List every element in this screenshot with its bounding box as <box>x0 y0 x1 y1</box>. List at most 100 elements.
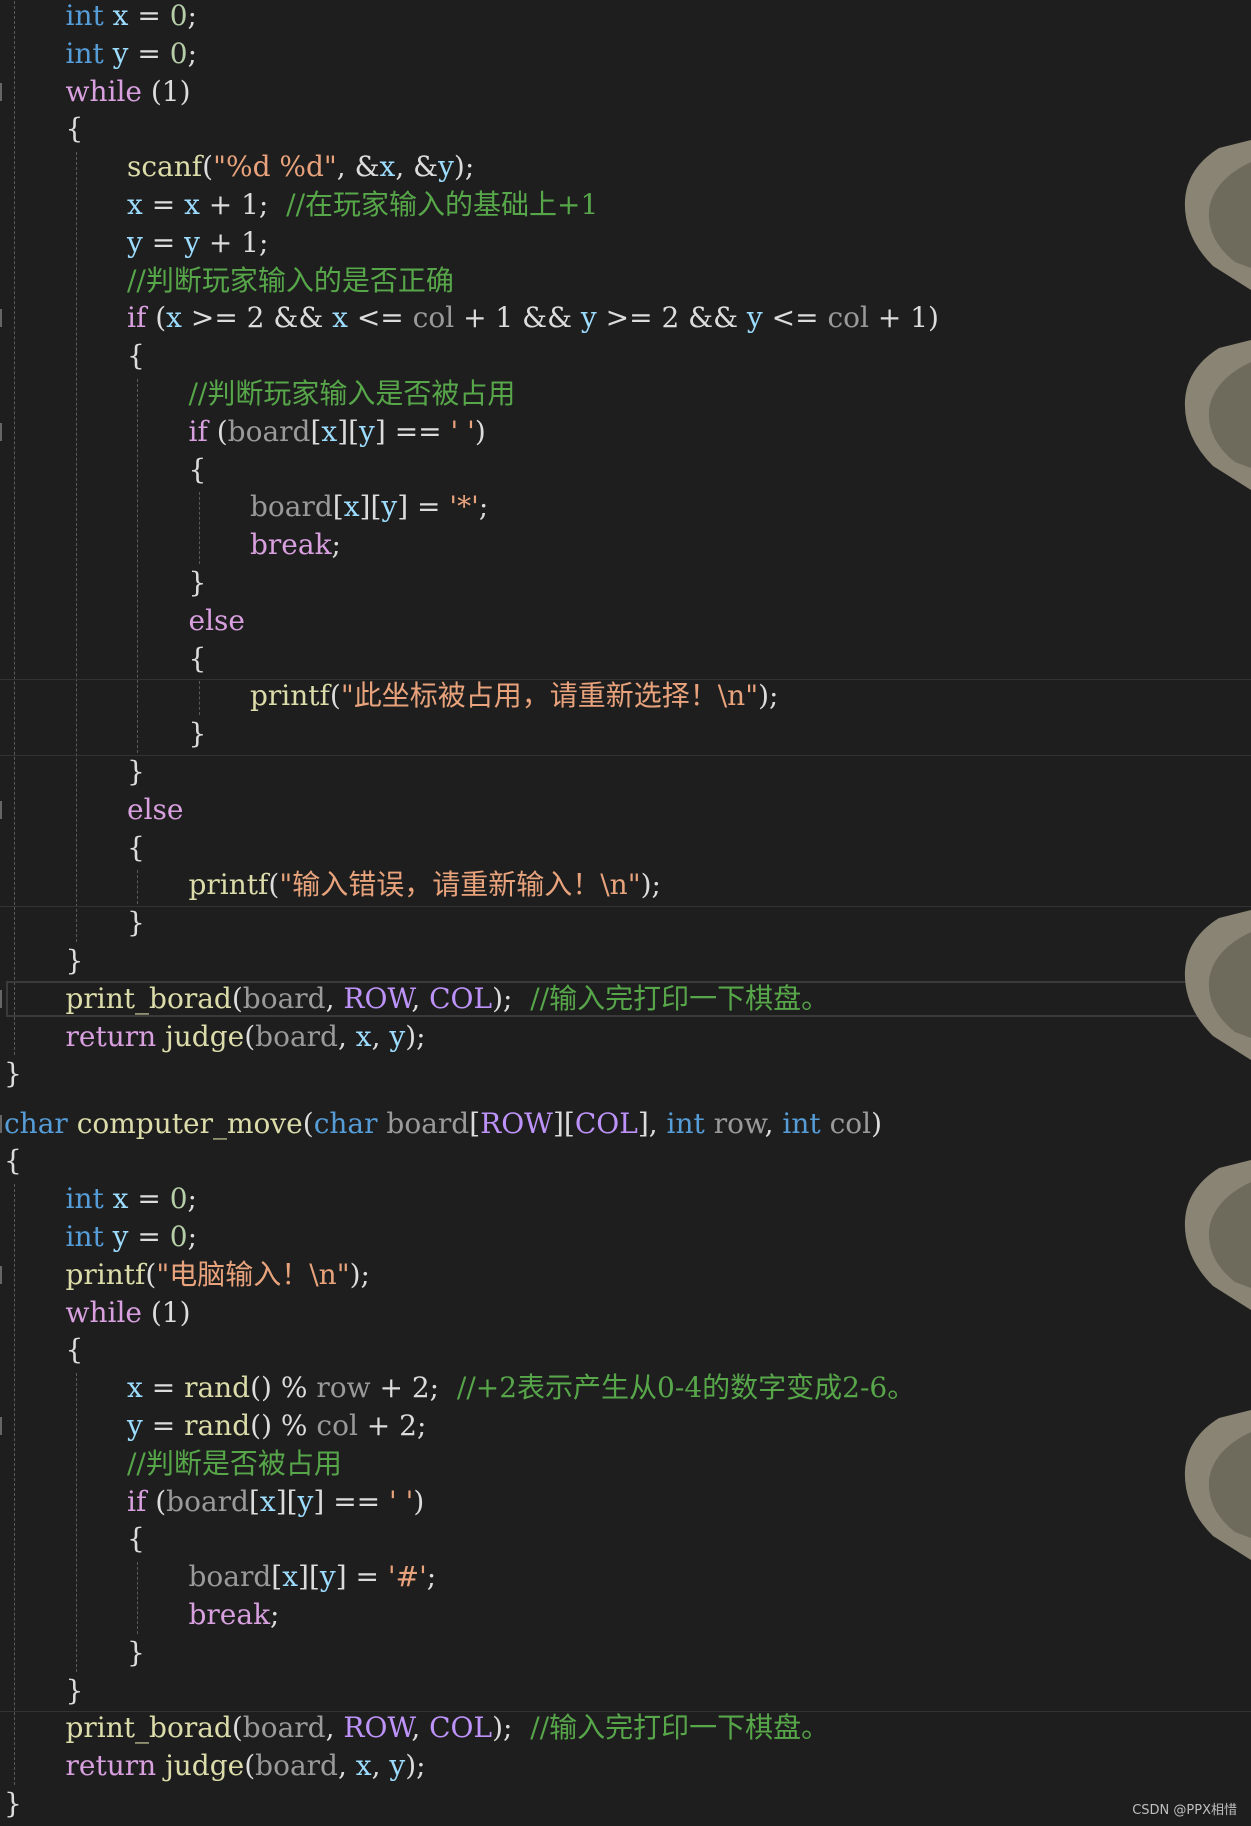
code-token: row <box>713 1106 765 1140</box>
code-editor[interactable]: int x = 0; int y = 0; while (1){scanf("%d … <box>0 0 1251 1826</box>
code-line[interactable]: y = y + 1; <box>127 224 268 262</box>
code-line[interactable]: { <box>66 1331 84 1369</box>
code-line[interactable]: { <box>189 451 207 489</box>
code-line[interactable]: int y = 0; <box>66 1218 198 1256</box>
code-line[interactable]: int x = 0; <box>66 1180 197 1218</box>
line-separator <box>0 679 1251 681</box>
code-token: col <box>316 1408 358 1442</box>
code-token: } <box>127 906 145 940</box>
code-line[interactable]: while (1) <box>66 1294 191 1332</box>
fold-marker[interactable] <box>0 309 2 328</box>
code-token: int <box>666 1106 705 1140</box>
code-token: x <box>343 490 360 524</box>
code-line[interactable]: //判断玩家输入是否被占用 <box>189 375 516 413</box>
fold-marker[interactable] <box>0 800 2 819</box>
code-token: + 1; <box>199 188 287 221</box>
code-line[interactable]: } <box>4 1055 22 1093</box>
code-line[interactable]: if (x >= 2 && x <= col + 1 && y >= 2 && … <box>127 299 939 337</box>
code-line[interactable]: break; <box>189 1596 280 1634</box>
code-token: y <box>184 225 200 259</box>
code-line[interactable]: int x = 0; <box>66 0 197 35</box>
code-token: = <box>128 0 170 32</box>
code-line[interactable]: printf("此坐标被占用，请重新选择！\n"); <box>250 677 778 715</box>
code-line[interactable]: return judge(board, x, y); <box>66 1747 426 1785</box>
code-line[interactable]: printf("输入错误，请重新输入！\n"); <box>189 866 661 904</box>
code-token: ] == <box>374 414 451 448</box>
code-line[interactable]: if (board[x][y] == ' ') <box>127 1483 424 1521</box>
fold-marker[interactable] <box>0 1416 2 1435</box>
code-token: if <box>127 1484 147 1518</box>
fold-marker[interactable] <box>0 1114 2 1133</box>
code-token: ] == <box>313 1484 390 1518</box>
fold-marker[interactable] <box>0 422 2 441</box>
indent-guide <box>198 492 200 564</box>
code-line[interactable]: char computer_move(char board[ROW][COL],… <box>4 1105 882 1143</box>
fold-marker[interactable] <box>0 1265 2 1284</box>
code-token: ); <box>405 1019 426 1053</box>
code-line[interactable]: //判断玩家输入的是否正确 <box>127 262 454 300</box>
code-line[interactable]: } <box>127 753 145 791</box>
code-line[interactable]: else <box>189 602 245 640</box>
code-token: x <box>355 1019 372 1053</box>
code-line[interactable]: { <box>189 640 207 678</box>
code-token: while <box>65 1295 142 1329</box>
code-line[interactable]: //判断是否被占用 <box>127 1445 342 1483</box>
code-line[interactable]: x = x + 1; //在玩家输入的基础上+1 <box>127 186 598 224</box>
code-line[interactable]: } <box>127 1634 145 1672</box>
code-line[interactable]: } <box>66 942 84 980</box>
code-line[interactable]: { <box>66 110 84 148</box>
code-line[interactable]: board[x][y] = '#'; <box>189 1558 437 1596</box>
code-line[interactable]: int y = 0; <box>66 35 198 73</box>
code-line[interactable]: x = rand() % row + 2; //+2表示产生从0-4的数字变成2… <box>127 1369 915 1407</box>
code-token: } <box>188 566 207 599</box>
code-token: ], <box>637 1106 667 1140</box>
code-line[interactable]: printf("电脑输入！\n"); <box>66 1256 370 1294</box>
code-token: ( <box>146 301 167 335</box>
code-token: = <box>142 188 185 221</box>
code-line[interactable]: } <box>4 1785 22 1823</box>
code-token: y <box>127 1408 143 1442</box>
code-token: ( <box>145 1257 157 1291</box>
code-token: board <box>227 414 311 448</box>
code-token: break <box>188 1597 271 1631</box>
code-line[interactable]: y = rand() % col + 2; <box>127 1407 426 1445</box>
indent-guide <box>137 870 138 905</box>
code-line[interactable]: if (board[x][y] == ' ') <box>189 413 486 451</box>
code-token: '*' <box>449 490 479 524</box>
code-line[interactable]: scanf("%d %d", &x, &y); <box>127 148 474 186</box>
code-token: if <box>127 301 147 335</box>
code-token: ); <box>453 150 475 184</box>
code-token: ; <box>426 1560 437 1594</box>
code-token: print_borad <box>65 1711 232 1745</box>
code-line[interactable]: return judge(board, x, y); <box>66 1018 426 1056</box>
code-line[interactable]: print_borad(board, ROW, COL); //输入完打印一下棋… <box>66 1709 830 1747</box>
code-line[interactable]: { <box>127 337 145 375</box>
code-token: y <box>319 1560 336 1594</box>
indent-guide <box>75 152 77 942</box>
code-line[interactable]: else <box>127 791 183 829</box>
code-line[interactable]: { <box>4 1142 22 1180</box>
fold-marker[interactable] <box>0 82 2 101</box>
code-token: int <box>782 1106 821 1140</box>
code-line[interactable]: { <box>127 1520 145 1558</box>
code-token: col <box>829 1106 872 1140</box>
fold-marker[interactable] <box>0 989 2 1008</box>
code-token: ; <box>478 490 489 524</box>
background-decoration <box>1184 140 1251 290</box>
code-token: , & <box>395 150 439 184</box>
code-line[interactable]: break; <box>250 526 341 564</box>
code-line[interactable]: while (1) <box>66 73 191 111</box>
code-token: y <box>112 1219 129 1253</box>
code-token: { <box>127 830 145 864</box>
code-line[interactable]: } <box>189 564 207 602</box>
code-line[interactable]: board[x][y] = '*'; <box>250 488 488 526</box>
code-line[interactable]: } <box>66 1672 84 1710</box>
code-line[interactable]: } <box>189 715 207 753</box>
code-line[interactable]: } <box>127 904 145 942</box>
code-token: rand <box>184 1408 251 1442</box>
code-token: y <box>359 414 375 448</box>
watermark: CSDN @PPX相惜 <box>1132 1803 1237 1818</box>
indent-guide <box>14 1184 15 1785</box>
code-line[interactable]: { <box>127 829 145 867</box>
